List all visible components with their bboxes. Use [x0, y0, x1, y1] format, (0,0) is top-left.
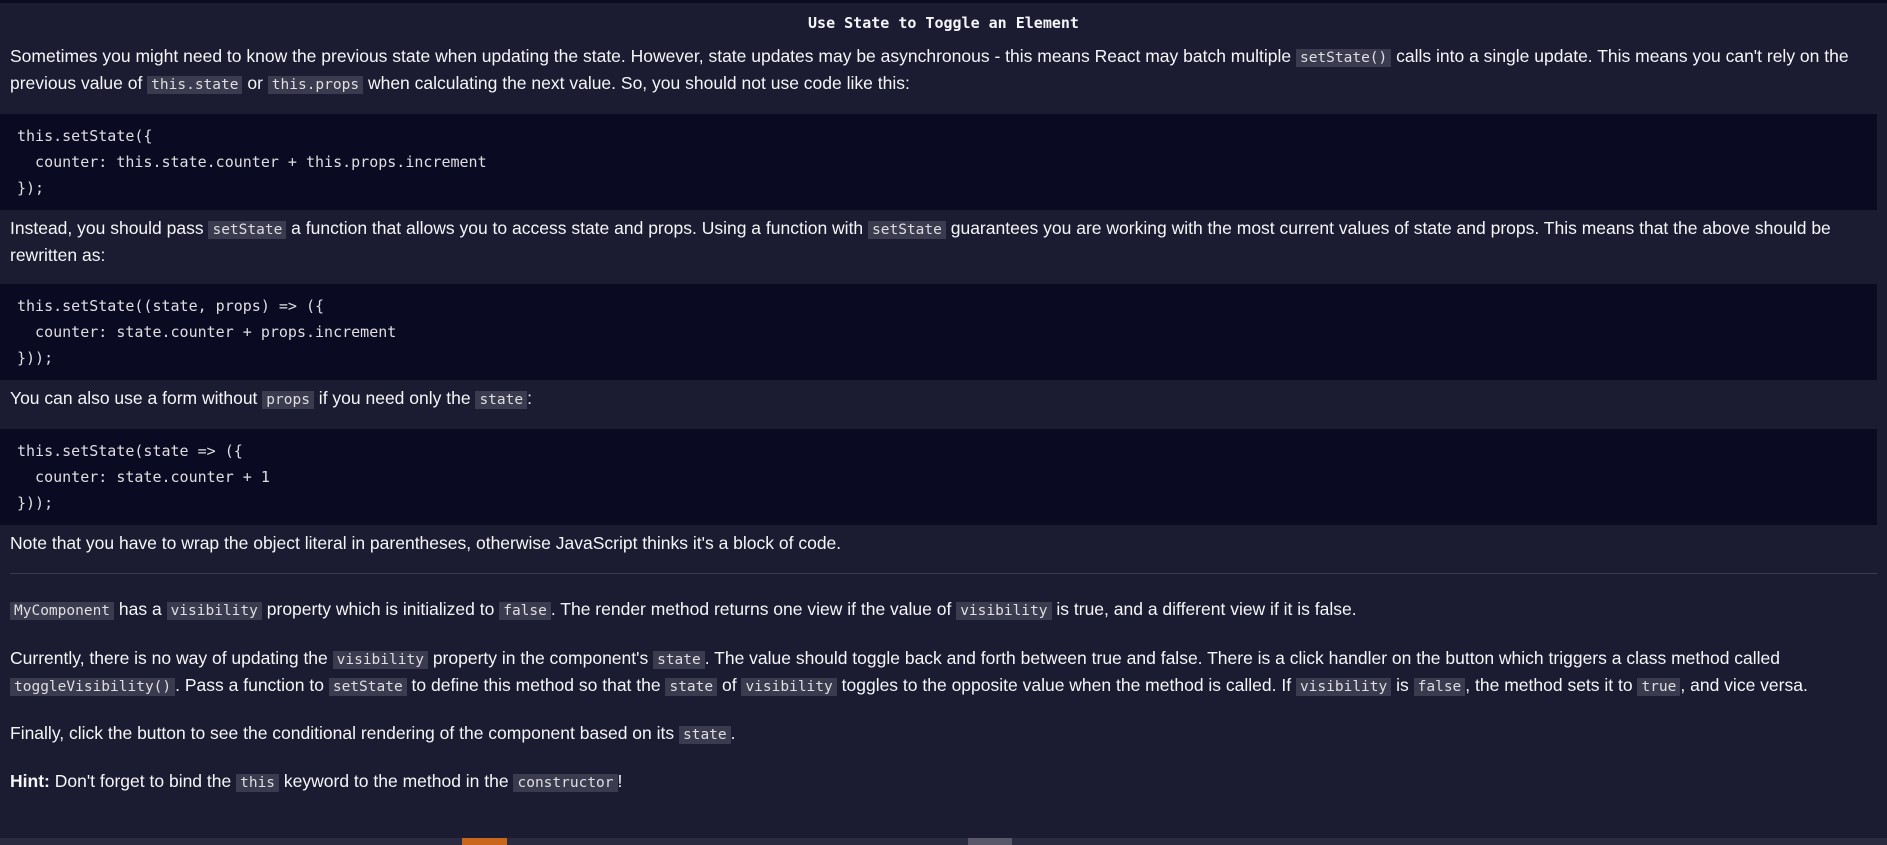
code-block-state-only-example: this.setState(state => ({ counter: state… [0, 429, 1877, 525]
text: is true, and a different view if it is f… [1051, 599, 1357, 619]
active-tab-indicator[interactable] [462, 838, 507, 845]
code-line: this.setState(state => ({ [17, 442, 243, 460]
code-line: })); [17, 494, 54, 512]
text: toggles to the opposite value when the m… [836, 675, 1296, 695]
inline-code: this.state [147, 76, 243, 94]
inline-code: visibility [1295, 678, 1392, 696]
inline-code: visibility [956, 602, 1052, 620]
text: if you need only the [313, 388, 476, 408]
function-paragraph: Instead, you should pass setState a func… [10, 216, 1877, 268]
code-line: })); [17, 349, 54, 367]
inline-code: visibility [332, 651, 428, 669]
text: of [717, 675, 742, 695]
inline-code: state [475, 391, 528, 409]
component-paragraph: MyComponent has a visibility property wh… [10, 597, 1877, 624]
text: . The render method returns one view if … [550, 599, 957, 619]
text: Instead, you should pass [10, 218, 209, 238]
finally-paragraph: Finally, click the button to see the con… [10, 721, 1877, 748]
bottom-panel-bar [0, 838, 1887, 845]
text: property in the component's [427, 648, 654, 668]
inline-code: state [653, 651, 705, 669]
text: or [242, 73, 268, 93]
text: : [527, 388, 532, 408]
text: keyword to the method in the [279, 771, 514, 791]
text: ! [617, 771, 623, 791]
inline-code: this.props [267, 76, 364, 94]
code-line: counter: state.counter + 1 [17, 468, 270, 486]
text: , the method sets it to [1465, 675, 1638, 695]
text: Note that you have to wrap the object li… [10, 533, 842, 553]
inline-code: state [678, 726, 731, 744]
inline-code: setState() [1295, 49, 1392, 67]
challenge-description: Use State to Toggle an Element Sometimes… [0, 3, 1887, 838]
note-paragraph: Note that you have to wrap the object li… [10, 531, 1877, 556]
code-block-function-example: this.setState((state, props) => ({ count… [0, 284, 1877, 380]
text: to define this method so that the [406, 675, 666, 695]
resize-handle[interactable] [968, 838, 1012, 845]
text: when calculating the next value. So, you… [363, 73, 910, 93]
text: , and vice versa. [1680, 675, 1808, 695]
inline-code: setState [868, 221, 946, 239]
text: Finally, click the button to see the con… [10, 723, 679, 743]
instructions-paragraph: Currently, there is no way of updating t… [10, 646, 1877, 700]
hint-label: Hint: [10, 771, 50, 791]
code-line: counter: this.state.counter + this.props… [17, 153, 487, 171]
text: . Pass a function to [175, 675, 329, 695]
page-title: Use State to Toggle an Element [808, 14, 1079, 32]
inline-code: true [1637, 678, 1681, 696]
code-block-bad-example: this.setState({ counter: this.state.coun… [0, 114, 1877, 210]
inline-code: constructor [513, 774, 618, 792]
inline-code: visibility [741, 678, 837, 696]
text: You can also use a form without [10, 388, 263, 408]
text: property which is initialized to [261, 599, 500, 619]
inline-code: false [1413, 678, 1466, 696]
intro-paragraph: Sometimes you might need to know the pre… [10, 44, 1877, 98]
text: Don't forget to bind the [49, 771, 237, 791]
code-line: counter: state.counter + props.increment [17, 323, 397, 341]
text: has a [114, 599, 167, 619]
text: is [1391, 675, 1414, 695]
inline-code: setState [328, 678, 407, 696]
inline-code: props [262, 391, 314, 409]
inline-code: false [499, 602, 551, 620]
code-line: this.setState((state, props) => ({ [17, 297, 325, 315]
inline-code: toggleVisibility() [10, 678, 176, 696]
text: Sometimes you might need to know the pre… [10, 46, 1296, 66]
text: . [730, 723, 736, 743]
text: Currently, there is no way of updating t… [10, 648, 333, 668]
text: . The value should toggle back and forth… [704, 648, 1781, 668]
code-line: }); [17, 179, 45, 197]
inline-code: state [665, 678, 718, 696]
inline-code: MyComponent [10, 602, 115, 620]
inline-code: visibility [166, 602, 262, 620]
inline-code: setState [208, 221, 287, 239]
code-line: this.setState({ [17, 127, 153, 145]
hint-paragraph: Hint: Don't forget to bind the this keyw… [10, 769, 1877, 796]
no-props-paragraph: You can also use a form without props if… [10, 386, 1877, 413]
text: a function that allows you to access sta… [286, 218, 869, 238]
inline-code: this [236, 774, 280, 792]
